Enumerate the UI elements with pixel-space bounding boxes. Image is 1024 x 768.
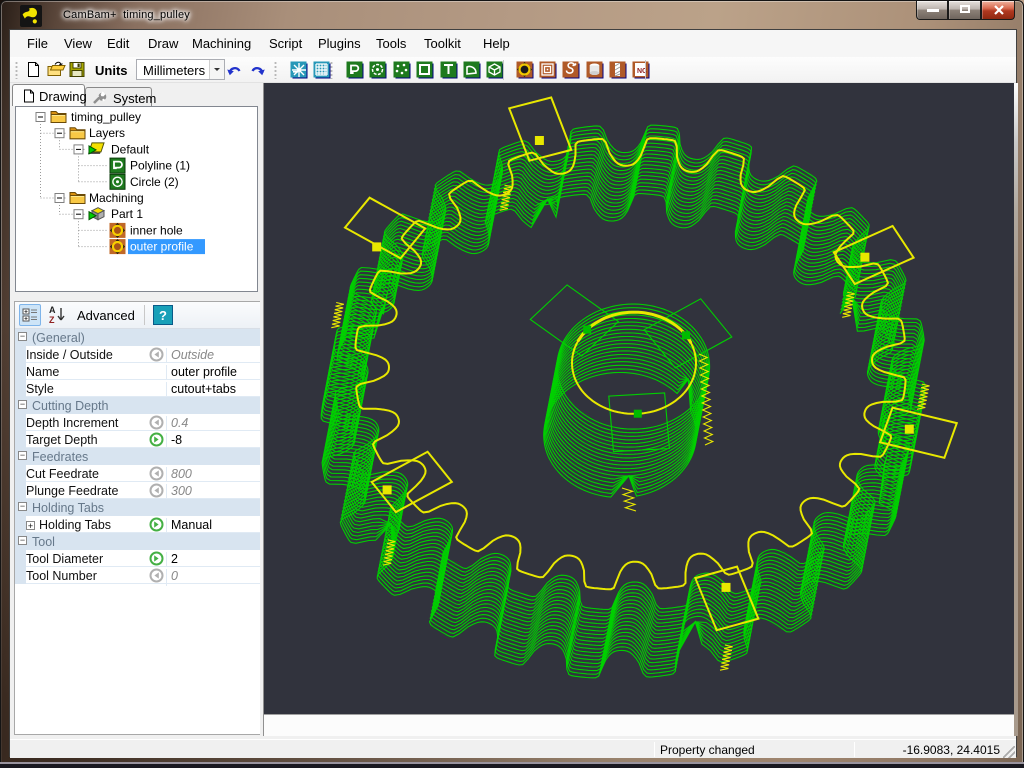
- svg-text:Z: Z: [49, 315, 55, 325]
- svg-text:Machining: Machining: [89, 191, 144, 205]
- svg-text:inner hole: inner hole: [130, 223, 183, 237]
- svg-text:Part 1: Part 1: [111, 207, 143, 221]
- svg-text:A: A: [49, 305, 56, 315]
- svg-text:outer profile: outer profile: [130, 240, 194, 254]
- svg-text:Circle (2): Circle (2): [130, 175, 179, 189]
- svg-text:Default: Default: [111, 142, 150, 156]
- svg-text:Polyline (1): Polyline (1): [130, 159, 190, 173]
- svg-text:timing_pulley: timing_pulley: [71, 110, 141, 124]
- svg-text:Layers: Layers: [89, 126, 125, 140]
